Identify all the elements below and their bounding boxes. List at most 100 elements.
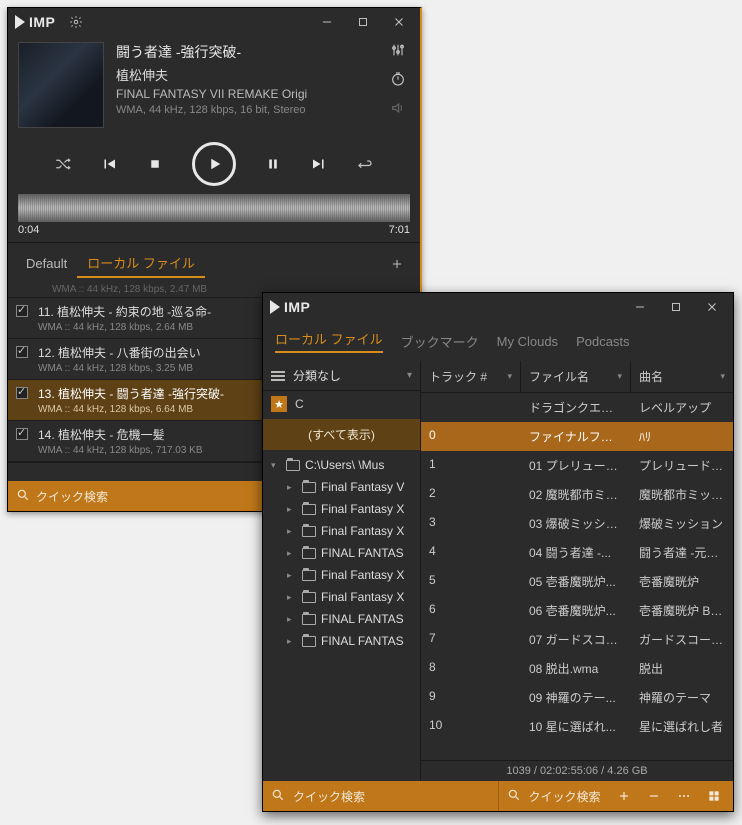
grid-row[interactable]: 404 闘う者達 -...闘う者達 -元ソ... [421, 538, 733, 567]
search-icon[interactable] [16, 488, 30, 505]
tree-item[interactable]: ▸Final Fantasy X [263, 520, 420, 542]
tree-item[interactable]: ▸ Final Fantasy X [263, 498, 420, 520]
maximize-button[interactable] [348, 10, 378, 34]
quick-search-label[interactable]: クイック検索 [293, 788, 365, 805]
grid-row[interactable]: 101 プレリュード -...プレリュード -再... [421, 451, 733, 480]
checkbox-icon[interactable] [16, 346, 28, 358]
folder-label: C:\Users\ \Mus [305, 458, 384, 472]
stop-button[interactable] [146, 155, 164, 173]
time-total: 7:01 [389, 224, 410, 236]
quick-search-label[interactable]: クイック検索 [529, 788, 606, 805]
time-elapsed: 0:04 [18, 224, 39, 236]
grid-row[interactable]: 909 神羅のテー...神羅のテーマ [421, 683, 733, 712]
minimize-button[interactable] [625, 295, 655, 319]
grid-row[interactable]: ドラゴンクエスト ...レベルアップ [421, 393, 733, 422]
grid-row[interactable]: 202 魔晄都市ミッ...魔晄都市ミッド... [421, 480, 733, 509]
grid-row[interactable]: 707 ガードスコー...ガードスコーピ... [421, 625, 733, 654]
minimize-button[interactable] [312, 10, 342, 34]
tab-default[interactable]: Default [16, 252, 77, 275]
grid-view-button[interactable] [703, 789, 725, 803]
cell-file: 01 プレリュード -... [521, 451, 631, 480]
menu-button[interactable] [673, 789, 695, 803]
folder-icon [302, 592, 316, 603]
remove-button[interactable] [643, 789, 665, 803]
expand-icon[interactable]: ▸ [287, 636, 297, 647]
close-button[interactable] [697, 295, 727, 319]
checkbox-icon[interactable] [16, 387, 28, 399]
expand-icon[interactable]: ▸ [287, 570, 297, 581]
libtab-clouds[interactable]: My Clouds [497, 334, 558, 349]
tree-item[interactable]: ▸FINAL FANTAS [263, 630, 420, 652]
grid-row[interactable]: 303 爆破ミッショ...爆破ミッション [421, 509, 733, 538]
cell-track [421, 393, 521, 422]
expand-icon[interactable]: ▸ [287, 548, 297, 559]
chevron-down-icon: ▾ [507, 371, 512, 382]
volume-icon[interactable] [390, 100, 406, 119]
folder-icon [302, 482, 316, 493]
maximize-button[interactable] [661, 295, 691, 319]
cell-file: 08 脱出.wma [521, 654, 631, 683]
tree-item[interactable]: ▸FINAL FANTAS [263, 608, 420, 630]
star-icon: ★ [271, 396, 287, 412]
folder-icon [302, 636, 316, 647]
waveform[interactable] [8, 190, 420, 222]
checkbox-icon[interactable] [16, 428, 28, 440]
library-window: IMP ローカル ファイル ブックマーク My Clouds Podcasts … [262, 292, 734, 812]
grid-row[interactable]: 606 壱番魔晄炉...壱番魔晄炉 Ba... [421, 596, 733, 625]
search-icon[interactable] [507, 788, 521, 805]
folder-label: Final Fantasy X [321, 502, 404, 516]
collapse-icon[interactable]: ▾ [271, 460, 281, 471]
folder-icon [302, 570, 316, 581]
grid-row[interactable]: 0ファイナルファン...ﾊﾘ [421, 422, 733, 451]
favorite-drive[interactable]: ★ C [263, 391, 420, 417]
libtab-bookmarks[interactable]: ブックマーク [401, 332, 479, 351]
timer-icon[interactable] [390, 71, 406, 90]
album-art[interactable] [18, 42, 104, 128]
pause-button[interactable] [264, 155, 282, 173]
cell-track: 8 [421, 654, 521, 683]
settings-icon[interactable] [61, 10, 91, 34]
libtab-podcasts[interactable]: Podcasts [576, 334, 629, 349]
show-all-button[interactable]: (すべて表示) [263, 419, 420, 450]
add-tab-button[interactable] [382, 252, 412, 276]
grouping-header[interactable]: 分類なし ▾ [263, 361, 420, 391]
search-icon[interactable] [271, 788, 285, 805]
grid-row[interactable]: 808 脱出.wma脱出 [421, 654, 733, 683]
tree-item[interactable]: ▸Final Fantasy V [263, 476, 420, 498]
folder-tree[interactable]: ▾C:\Users\ \Mus▸Final Fantasy V▸Final Fa… [263, 452, 420, 781]
hamburger-icon[interactable] [271, 371, 285, 381]
tree-item[interactable]: ▸FINAL FANTAS [263, 542, 420, 564]
expand-icon[interactable]: ▸ [287, 614, 297, 625]
track-artist: 植松伸夫 [116, 65, 374, 84]
folder-icon [302, 526, 316, 537]
expand-icon[interactable]: ▸ [287, 482, 297, 493]
add-button[interactable] [613, 789, 635, 803]
equalizer-icon[interactable] [390, 42, 406, 61]
track-title: 闘う者達 -強行突破- [116, 42, 374, 62]
tree-root[interactable]: ▾ C:\Users\ \Mus [263, 454, 420, 476]
play-button[interactable] [192, 142, 236, 186]
folder-label: Final Fantasy X [321, 568, 404, 582]
expand-icon[interactable]: ▸ [287, 526, 297, 537]
tab-local-files[interactable]: ローカル ファイル [77, 249, 205, 278]
expand-icon[interactable]: ▸ [287, 592, 297, 603]
repeat-button[interactable] [356, 155, 374, 173]
library-grid[interactable]: ドラゴンクエスト ...レベルアップ0ファイナルファン...ﾊﾘ101 プレリュ… [421, 393, 733, 760]
grid-row[interactable]: 505 壱番魔晄炉...壱番魔晄炉 [421, 567, 733, 596]
col-file[interactable]: ファイル名▾ [521, 361, 631, 392]
col-title[interactable]: 曲名▾ [631, 361, 733, 392]
close-button[interactable] [384, 10, 414, 34]
folder-icon [302, 504, 316, 515]
quick-search-label[interactable]: クイック検索 [36, 488, 108, 505]
grid-row[interactable]: 1010 星に選ばれ...星に選ばれし者 [421, 712, 733, 741]
expand-icon[interactable]: ▸ [287, 504, 297, 515]
tree-item[interactable]: ▸ Final Fantasy X [263, 564, 420, 586]
libtab-local[interactable]: ローカル ファイル [275, 329, 383, 353]
tree-item[interactable]: ▸Final Fantasy X [263, 586, 420, 608]
shuffle-button[interactable] [54, 155, 72, 173]
prev-button[interactable] [100, 155, 118, 173]
next-button[interactable] [310, 155, 328, 173]
col-track[interactable]: トラック #▾ [421, 361, 521, 392]
checkbox-icon[interactable] [16, 305, 28, 317]
grouping-label: 分類なし [293, 367, 341, 384]
